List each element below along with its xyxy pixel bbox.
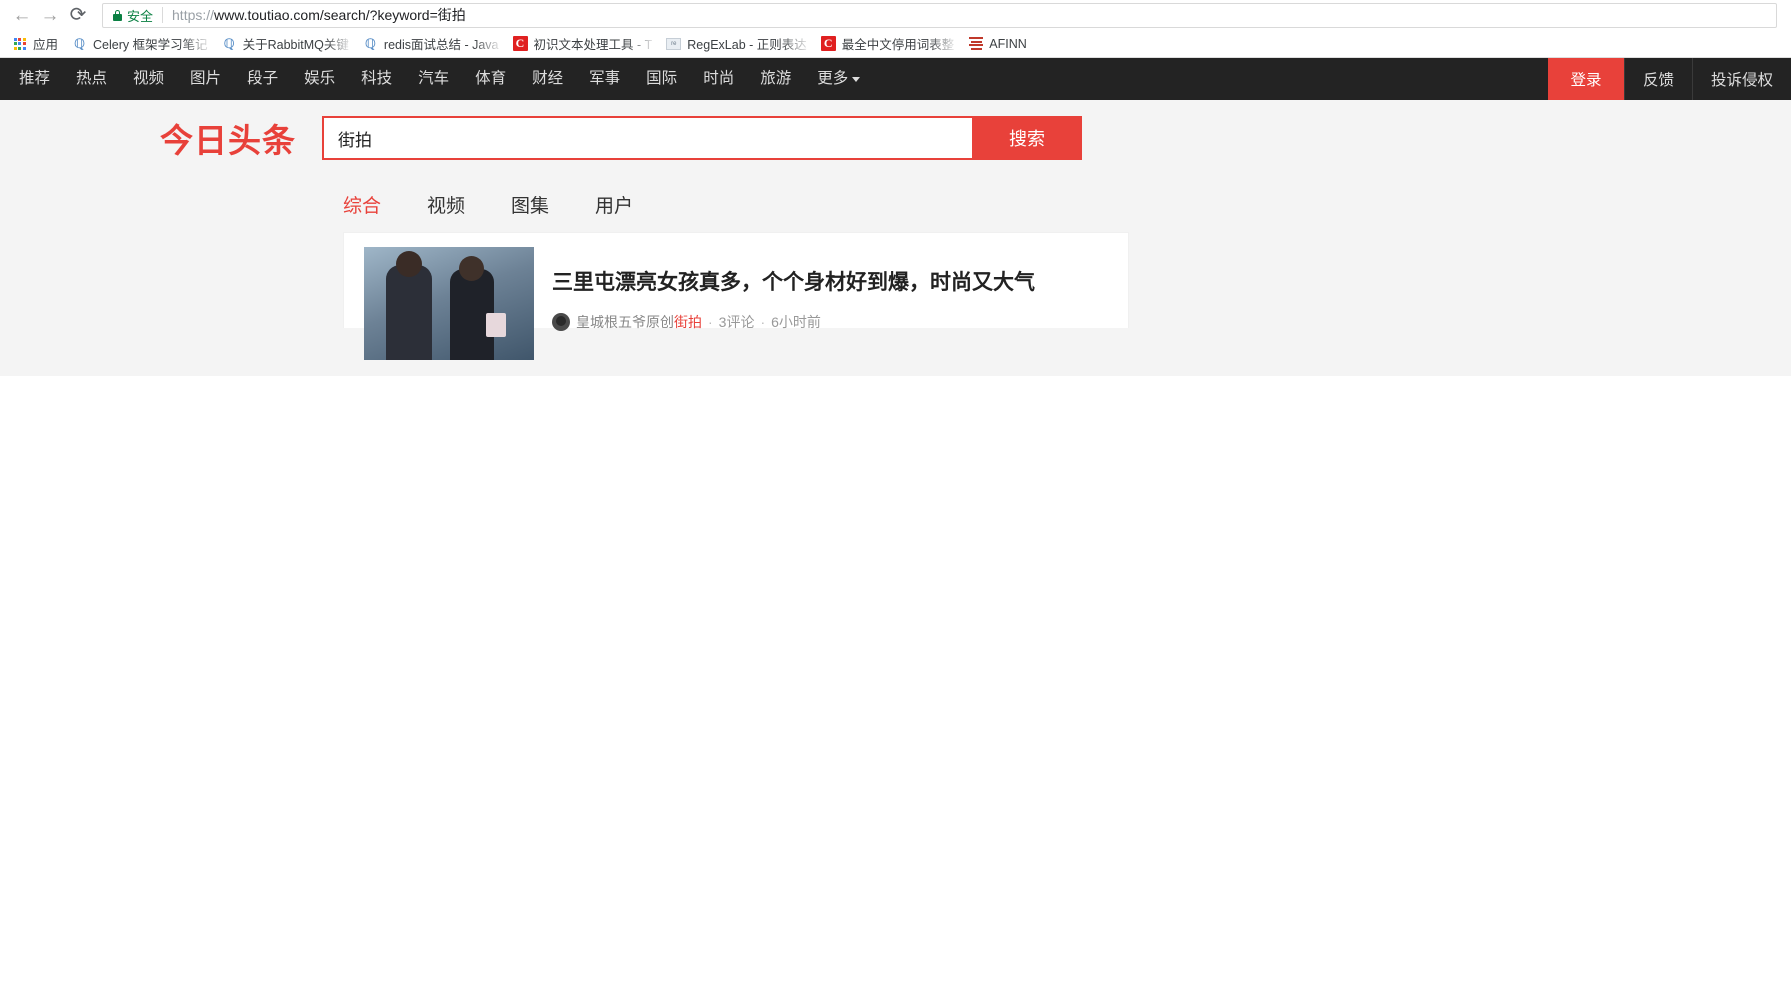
result-source-highlight: 街拍 <box>674 314 702 331</box>
result-thumbnail <box>364 247 534 360</box>
nav-item-redian[interactable]: 热点 <box>63 58 120 100</box>
nav-item-shishang[interactable]: 时尚 <box>690 58 747 100</box>
result-meta: 皇城根五爷原创街拍 · 3评论 · 6小时前 <box>552 312 1035 332</box>
nav-more-label: 更多 <box>817 70 849 87</box>
search-area: 今日头条 搜索 <box>0 100 1791 176</box>
url-scheme: https:// <box>172 7 215 23</box>
q-favicon-icon: ℚ <box>364 36 376 51</box>
bookmark-regexlab[interactable]: re RegExLab - 正则表达 <box>660 33 812 55</box>
nav-item-more[interactable]: 更多 <box>804 58 873 100</box>
url-text: https://www.toutiao.com/search/?keyword=… <box>172 5 466 25</box>
result-source: 皇城根五爷原创街拍 <box>576 312 702 332</box>
apps-grid-icon <box>12 36 27 51</box>
forward-icon[interactable]: → <box>36 1 64 29</box>
bookmark-redis[interactable]: ℚ redis面试总结 - Java <box>357 33 505 55</box>
avatar <box>552 313 570 332</box>
browser-chrome: ← → ⟳ 安全 https://www.toutiao.com/search/… <box>0 0 1791 58</box>
address-bar[interactable]: 安全 https://www.toutiao.com/search/?keywo… <box>102 2 1777 28</box>
result-body: 三里屯漂亮女孩真多，个个身材好到爆，时尚又大气 皇城根五爷原创街拍 · 3评论 … <box>552 247 1035 332</box>
search-result-tabs: 综合 视频 图集 用户 <box>0 176 1791 232</box>
bookmark-text-tools[interactable]: C 初识文本处理工具 - T <box>507 33 659 55</box>
q-favicon-icon: ℚ <box>73 36 86 51</box>
nav-item-junshi[interactable]: 军事 <box>576 58 633 100</box>
bookmarks-bar: 应用 ℚ Celery 框架学习笔记 ℚ 关于RabbitMQ关键 ℚ redi… <box>0 30 1791 58</box>
search-button[interactable]: 搜索 <box>972 116 1082 160</box>
back-icon[interactable]: ← <box>8 1 36 29</box>
nav-items: 推荐 热点 视频 图片 段子 娱乐 科技 汽车 体育 财经 军事 国际 时尚 旅… <box>0 58 873 100</box>
toutiao-logo[interactable]: 今日头条 <box>160 114 296 162</box>
result-comment-count: 3评论 <box>718 314 755 331</box>
meta-separator: · <box>760 314 766 331</box>
bookmark-label: RegExLab - 正则表达 <box>687 38 807 52</box>
omnibox-divider <box>162 7 164 23</box>
nav-item-tupian[interactable]: 图片 <box>177 58 234 100</box>
nav-item-tuijian[interactable]: 推荐 <box>6 58 63 100</box>
meta-separator: · <box>708 314 713 331</box>
tab-users[interactable]: 用户 <box>595 191 633 218</box>
reload-icon[interactable]: ⟳ <box>64 1 92 29</box>
csdn-favicon-icon: C <box>512 36 528 51</box>
tab-video[interactable]: 视频 <box>427 191 465 218</box>
security-label: 安全 <box>127 8 154 24</box>
search-result-item[interactable]: 三里屯漂亮女孩真多，个个身材好到爆，时尚又大气 皇城根五爷原创街拍 · 3评论 … <box>343 232 1129 360</box>
search-box: 搜索 <box>322 116 1082 160</box>
result-time: 6小时前 <box>771 314 821 331</box>
bookmark-afinn[interactable]: AFINN <box>962 33 1033 55</box>
nav-item-lvyou[interactable]: 旅游 <box>747 58 804 100</box>
nav-item-caijing[interactable]: 财经 <box>519 58 576 100</box>
complaint-link[interactable]: 投诉侵权 <box>1691 58 1791 100</box>
bookmark-label: 初识文本处理工具 - T <box>533 38 653 52</box>
nav-item-qiche[interactable]: 汽车 <box>405 58 462 100</box>
bookmark-label: 最全中文停用词表整 <box>841 38 955 52</box>
bookmark-stopwords[interactable]: C 最全中文停用词表整 <box>815 33 961 55</box>
tab-gallery[interactable]: 图集 <box>511 191 549 218</box>
feedback-link[interactable]: 反馈 <box>1623 58 1692 100</box>
bookmark-label: redis面试总结 - Java <box>383 38 499 52</box>
bookmark-label: 关于RabbitMQ关键 <box>242 38 349 52</box>
chevron-down-icon <box>852 76 861 82</box>
omnibox-row: ← → ⟳ 安全 https://www.toutiao.com/search/… <box>0 0 1791 30</box>
bookmark-label: AFINN <box>989 36 1027 51</box>
nav-item-guoji[interactable]: 国际 <box>633 58 690 100</box>
q-favicon-icon: ℚ <box>223 36 235 51</box>
nav-item-shipin[interactable]: 视频 <box>120 58 177 100</box>
bookmark-apps[interactable]: 应用 <box>6 33 64 55</box>
lock-icon <box>113 9 122 21</box>
toutiao-nav: 推荐 热点 视频 图片 段子 娱乐 科技 汽车 体育 财经 军事 国际 时尚 旅… <box>0 58 1791 100</box>
regex-favicon-icon: re <box>666 36 682 51</box>
result-title[interactable]: 三里屯漂亮女孩真多，个个身材好到爆，时尚又大气 <box>552 269 1035 296</box>
result-source-prefix: 皇城根五爷原创 <box>576 314 674 331</box>
afinn-favicon-icon <box>968 36 983 51</box>
tab-comprehensive[interactable]: 综合 <box>343 191 381 218</box>
toutiao-page: 推荐 热点 视频 图片 段子 娱乐 科技 汽车 体育 财经 军事 国际 时尚 旅… <box>0 58 1791 376</box>
csdn-favicon-icon: C <box>820 36 836 51</box>
search-input[interactable] <box>322 116 972 160</box>
nav-item-duanzi[interactable]: 段子 <box>234 58 291 100</box>
nav-item-tiyu[interactable]: 体育 <box>462 58 519 100</box>
bookmark-rabbitmq[interactable]: ℚ 关于RabbitMQ关键 <box>216 33 355 55</box>
bookmark-label: 应用 <box>33 38 59 52</box>
url-main: www.toutiao.com/search/?keyword=街拍 <box>214 7 466 23</box>
bookmark-celery[interactable]: ℚ Celery 框架学习笔记 <box>66 33 214 55</box>
login-button[interactable]: 登录 <box>1547 58 1624 100</box>
bookmark-label: Celery 框架学习笔记 <box>93 38 208 52</box>
nav-item-yule[interactable]: 娱乐 <box>291 58 348 100</box>
nav-item-keji[interactable]: 科技 <box>348 58 405 100</box>
